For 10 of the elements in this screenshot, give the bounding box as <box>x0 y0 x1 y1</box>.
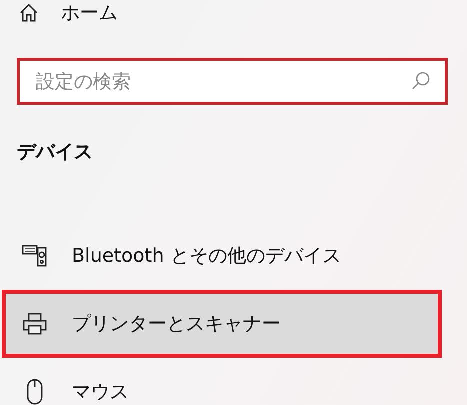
nav-item[interactable]: Bluetooth とその他のデバイス <box>2 222 467 290</box>
search-icon[interactable] <box>411 71 431 91</box>
nav-item[interactable]: プリンターとスキャナー <box>2 290 442 358</box>
search-field[interactable]: 設定の検索 <box>17 58 448 105</box>
section-heading: デバイス <box>16 140 94 165</box>
home-link[interactable]: ホーム <box>61 0 118 26</box>
keyboard-speaker-icon <box>22 244 48 268</box>
nav-item[interactable]: マウス <box>2 358 467 405</box>
printer-icon <box>22 312 48 336</box>
home-icon[interactable] <box>19 3 39 23</box>
